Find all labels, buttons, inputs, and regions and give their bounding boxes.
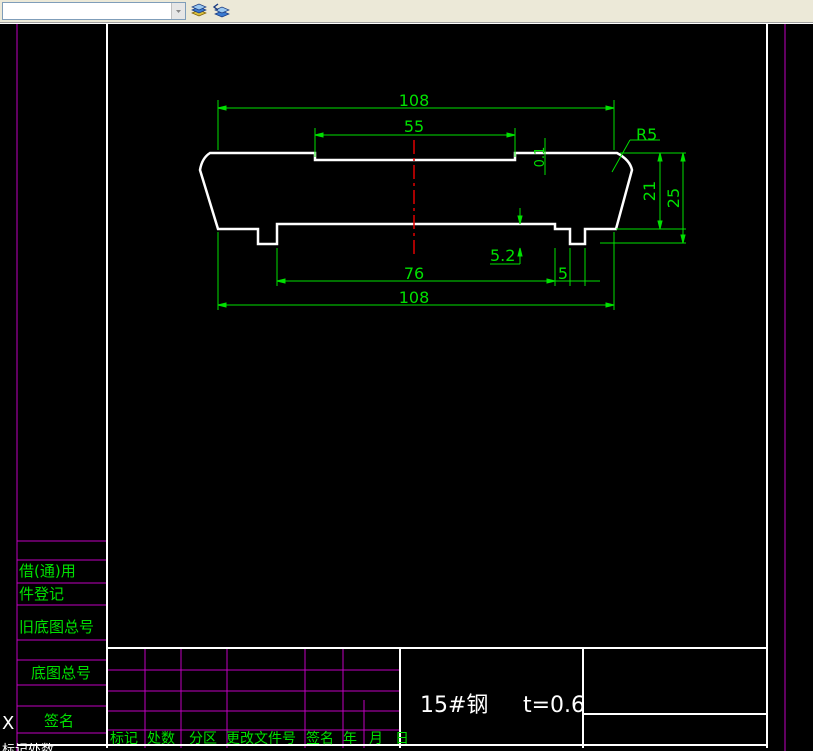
part-outline[interactable] — [198, 151, 634, 246]
dim-height-21: 21 — [640, 181, 659, 201]
chevron-down-icon — [176, 10, 181, 13]
dim-height-25: 25 — [664, 188, 683, 208]
thickness-text: t=0.6 — [523, 693, 585, 718]
label-register: 件登记 — [19, 585, 64, 603]
dim-foot-width: 5 — [558, 264, 568, 283]
dim-slot-depth: 0.1 — [533, 147, 548, 168]
label-old-drawing-number: 旧底图总号 — [19, 618, 94, 636]
cut-off-label: 标记处数 — [2, 743, 54, 751]
header-count: 处数 — [147, 731, 175, 747]
cad-drawing: 108 55 0.1 R5 21 25 5.2 76 5 108 借(通)用 件… — [2, 24, 786, 755]
header-month: 月 — [369, 731, 383, 747]
label-borrow: 借(通)用 — [19, 562, 76, 580]
label-drawing-number: 底图总号 — [31, 664, 91, 682]
header-change-doc: 更改文件号 — [226, 731, 296, 747]
header-signature: 签名 — [306, 730, 334, 747]
dimension-texts: 108 55 0.1 R5 21 25 5.2 76 5 108 — [399, 91, 683, 307]
header-mark: 标记 — [110, 731, 138, 747]
material-spec: 15#钢 t=0.6 — [420, 693, 585, 718]
layer-properties-icon — [191, 3, 207, 17]
dim-slot-width: 55 — [404, 117, 424, 136]
header-year: 年 — [343, 731, 357, 747]
label-signature: 签名 — [44, 712, 74, 730]
title-block-left: 借(通)用 件登记 旧底图总号 底图总号 签名 — [19, 562, 94, 730]
layer-properties-button[interactable] — [189, 1, 210, 21]
dimension-lines — [217, 100, 686, 310]
dim-top-width: 108 — [399, 91, 430, 110]
header-day: 日 — [395, 731, 409, 747]
drawing-border — [16, 24, 786, 751]
chevron-down-icon[interactable] — [171, 3, 185, 19]
dim-inner-width: 76 — [404, 264, 424, 283]
toolbar — [0, 0, 813, 23]
layer-previous-button[interactable] — [211, 1, 232, 21]
dim-step-height: 5.2 — [490, 246, 515, 265]
x-mark: X — [2, 713, 14, 734]
layer-previous-icon — [212, 3, 230, 18]
header-zone: 分区 — [189, 731, 217, 747]
layer-combo-box[interactable] — [2, 2, 186, 20]
dim-corner-radius: R5 — [636, 125, 657, 144]
drawing-canvas[interactable]: 108 55 0.1 R5 21 25 5.2 76 5 108 借(通)用 件… — [0, 24, 813, 755]
material-text: 15#钢 — [420, 693, 488, 718]
dim-bottom-width: 108 — [399, 288, 430, 307]
